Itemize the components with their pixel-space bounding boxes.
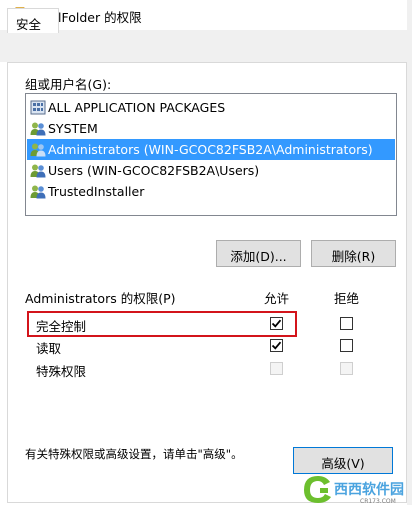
perm-label-special: 特殊权限 (36, 364, 87, 379)
list-item-label: ALL APPLICATION PACKAGES (48, 100, 226, 115)
groups-label: 组或用户名(G): (25, 77, 112, 92)
title-bar: ShellFolder 的权限 (0, 0, 412, 30)
watermark-text: 西西软件园 (334, 481, 404, 498)
add-button[interactable]: 添加(D)... (216, 240, 301, 267)
perm-label-read: 读取 (36, 341, 62, 356)
users-icon (30, 122, 46, 136)
deny-header: 拒绝 (334, 291, 360, 306)
checkmark-icon (271, 341, 282, 350)
list-item-system[interactable]: SYSTEM (27, 118, 395, 139)
list-item-all-application-packages[interactable]: ALL APPLICATION PACKAGES (27, 97, 395, 118)
deny-full-control-checkbox[interactable] (340, 317, 353, 330)
list-item-label: Administrators (WIN-GCOC82FSB2A\Administ… (48, 142, 373, 157)
list-item-trustedinstaller[interactable]: TrustedInstaller (27, 181, 395, 202)
deny-special-checkbox (340, 362, 353, 375)
window-edge (407, 0, 412, 505)
allow-read-checkbox[interactable] (270, 339, 283, 352)
tab-strip (0, 30, 412, 62)
watermark-logo: 西西软件园 CR173.COM (304, 476, 404, 505)
list-item-label: TrustedInstaller (48, 184, 145, 199)
permissions-label: Administrators 的权限(P) (25, 291, 176, 306)
perm-label-full-control: 完全控制 (36, 319, 87, 334)
list-item-administrators[interactable]: Administrators (WIN-GCOC82FSB2A\Administ… (27, 139, 395, 160)
allow-special-checkbox (270, 362, 283, 375)
deny-read-checkbox[interactable] (340, 339, 353, 352)
checkmark-icon (271, 319, 282, 328)
list-item-label: SYSTEM (48, 121, 98, 136)
watermark-sub: CR173.COM (360, 498, 396, 505)
users-icon (30, 185, 46, 199)
allow-header: 允许 (264, 291, 290, 306)
groups-listbox[interactable]: ALL APPLICATION PACKAGES SYSTEM Administ… (25, 93, 397, 216)
allow-full-control-checkbox[interactable] (270, 317, 283, 330)
users-icon (30, 164, 46, 178)
list-item-label: Users (WIN-GCOC82FSB2A\Users) (48, 163, 260, 178)
users-icon (30, 143, 46, 157)
remove-button[interactable]: 删除(R) (311, 240, 396, 267)
list-item-users[interactable]: Users (WIN-GCOC82FSB2A\Users) (27, 160, 395, 181)
app-packages-icon (30, 100, 46, 115)
tab-security[interactable]: 安全 (7, 8, 59, 33)
advanced-hint: 有关特殊权限或高级设置，请单击"高级"。 (25, 447, 243, 461)
